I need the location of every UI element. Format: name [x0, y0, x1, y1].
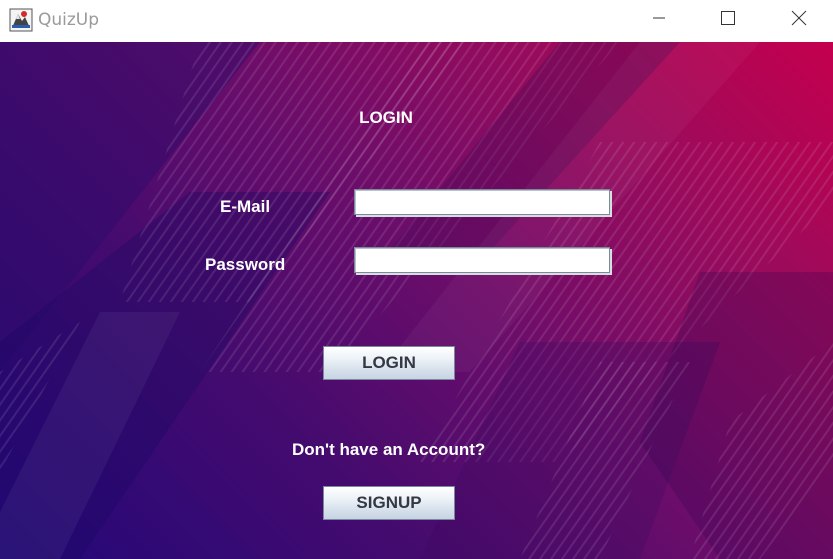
- login-heading: LOGIN: [359, 108, 413, 127]
- maximize-button[interactable]: [705, 0, 751, 40]
- email-label: E-Mail: [220, 197, 271, 216]
- quizup-app-icon: [9, 8, 33, 32]
- minimize-icon: [652, 11, 666, 30]
- quizup-window: QuizUp LOGIN E-Mail Password LOGIN Don't…: [0, 0, 833, 559]
- maximize-icon: [720, 10, 736, 31]
- minimize-button[interactable]: [636, 0, 682, 40]
- email-field[interactable]: [354, 189, 610, 215]
- window-title: QuizUp: [38, 10, 100, 30]
- password-label: Password: [205, 255, 286, 274]
- close-icon: [791, 10, 807, 31]
- login-panel: LOGIN E-Mail Password LOGIN Don't have a…: [0, 42, 833, 559]
- signup-prompt: Don't have an Account?: [292, 440, 486, 459]
- login-button[interactable]: LOGIN: [323, 346, 455, 380]
- signup-button[interactable]: SIGNUP: [323, 486, 455, 520]
- password-field[interactable]: [354, 247, 610, 273]
- close-button[interactable]: [776, 0, 822, 40]
- title-bar[interactable]: QuizUp: [0, 0, 833, 42]
